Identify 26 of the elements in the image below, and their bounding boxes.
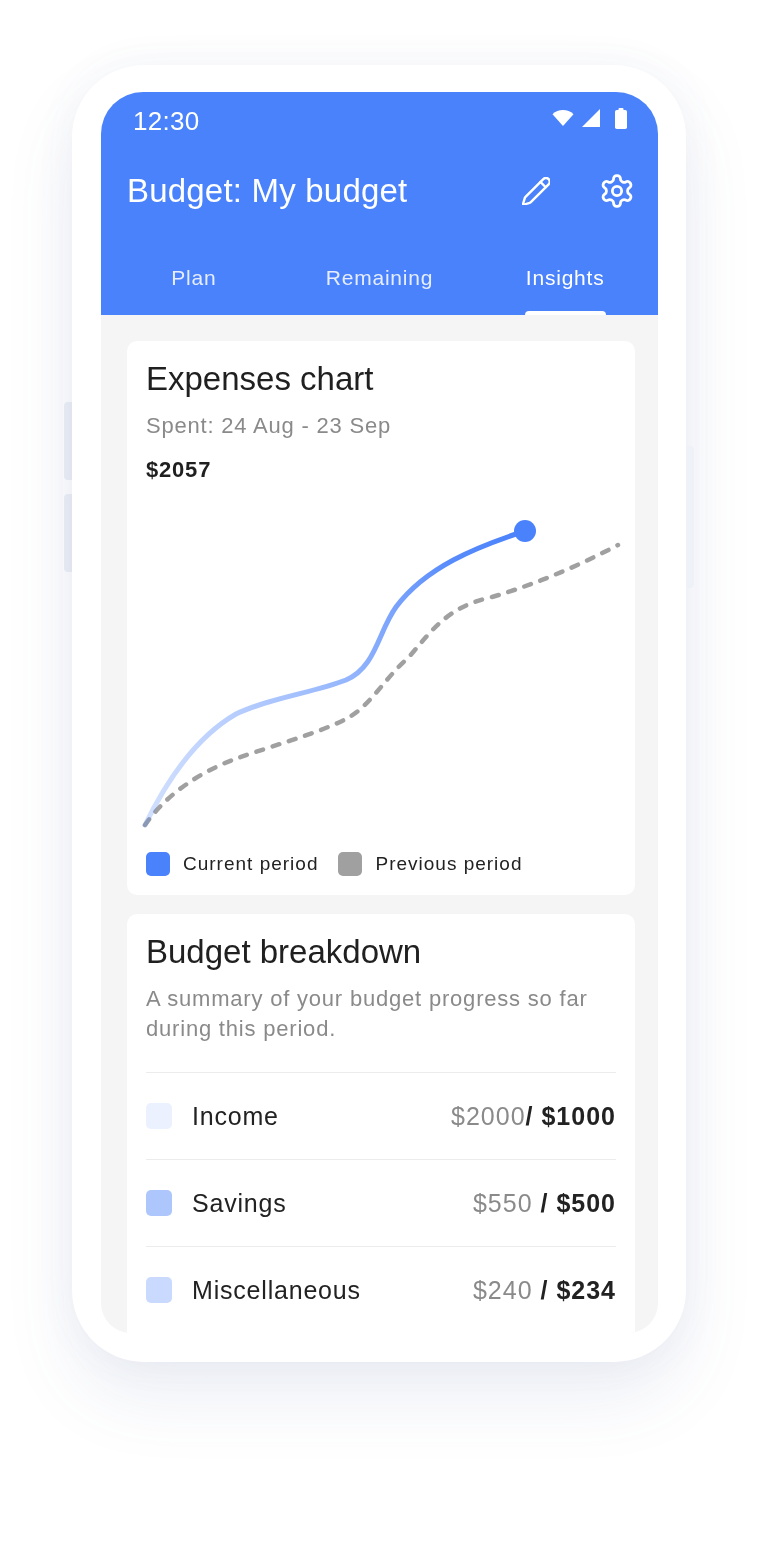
description-text: A summary of your budget progress so far during this period.: [146, 985, 589, 1043]
edit-button[interactable]: [522, 177, 550, 205]
date-range-text: Spent: 24 Aug - 23 Sep: [146, 412, 392, 440]
signal-icon: [582, 109, 600, 127]
category-label: Income: [192, 1101, 280, 1131]
category-label: Miscellaneous: [192, 1275, 362, 1305]
battery-icon: [615, 107, 627, 129]
amount-text: $2000/ $1000: [451, 1101, 616, 1131]
amount-text: $550 / $500: [472, 1188, 616, 1218]
tab[interactable]: Remaining: [324, 250, 435, 315]
settings-button[interactable]: [600, 174, 634, 208]
end-point-marker: [514, 520, 536, 542]
pencil-icon: [522, 177, 550, 205]
wifi-icon: [552, 110, 574, 126]
legend-label: Previous period: [375, 853, 523, 875]
page-title: Budget: My budget: [127, 172, 409, 210]
tab[interactable]: Plan: [170, 250, 218, 315]
card-title: Budget breakdown: [146, 932, 422, 972]
amount-text: $240 / $234: [472, 1275, 616, 1305]
tab[interactable]: Insights: [524, 250, 606, 315]
total-amount: $2057: [146, 456, 212, 484]
status-time: 12:30: [133, 104, 200, 137]
settings-icon: [600, 174, 634, 208]
card-title: Expenses chart: [146, 359, 374, 399]
legend-label: Current period: [183, 853, 319, 875]
category-label: Savings: [192, 1188, 288, 1218]
